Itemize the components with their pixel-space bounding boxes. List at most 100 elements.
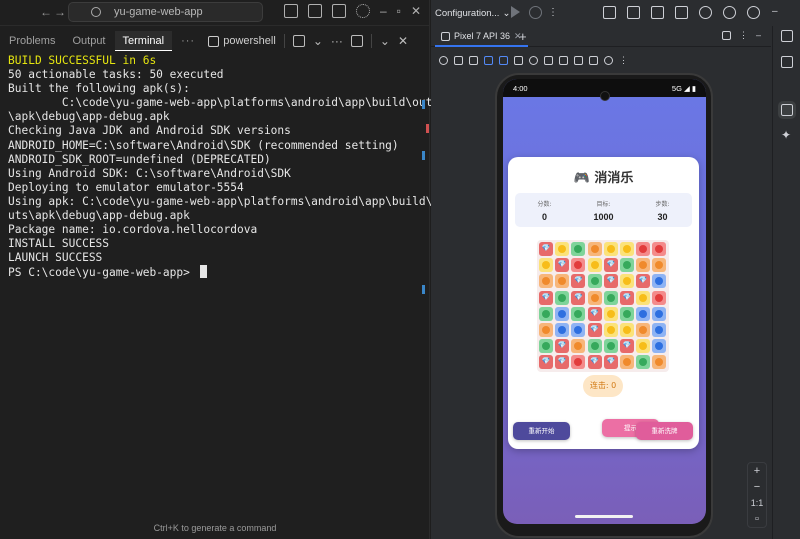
game-tile[interactable] bbox=[555, 306, 570, 321]
rotate-right-icon[interactable] bbox=[499, 55, 508, 65]
game-tile[interactable]: 💎 bbox=[636, 274, 651, 289]
game-tile[interactable]: 💎 bbox=[571, 290, 586, 305]
tab-output[interactable]: Output bbox=[64, 31, 113, 51]
tab-terminal[interactable]: Terminal bbox=[114, 31, 173, 51]
collapse-panel-chevron-icon[interactable]: ⌄ bbox=[380, 34, 390, 48]
debug-bug-icon[interactable] bbox=[529, 6, 542, 19]
search-icon[interactable] bbox=[699, 6, 712, 19]
zoom-actual-size-button[interactable]: 1:1 bbox=[748, 495, 766, 511]
screen-record-icon[interactable] bbox=[589, 55, 598, 65]
game-tile[interactable] bbox=[587, 290, 602, 305]
gradle-icon[interactable] bbox=[781, 56, 793, 68]
game-tile[interactable] bbox=[539, 306, 553, 321]
game-tile[interactable]: 💎 bbox=[571, 274, 586, 289]
emulator-screen[interactable]: 4:00 5G ◢ ▮ 🎮 消消乐 分数: 0 目标: 1000 步数: 30 bbox=[503, 79, 706, 524]
gesture-home-indicator[interactable] bbox=[575, 515, 633, 518]
game-tile[interactable] bbox=[539, 339, 553, 354]
close-panel-icon[interactable]: ✕ bbox=[398, 34, 408, 48]
game-tile[interactable]: 💎 bbox=[603, 258, 618, 273]
game-tile[interactable] bbox=[603, 306, 618, 321]
screenshot-camera-icon[interactable] bbox=[574, 55, 583, 65]
game-tile[interactable] bbox=[636, 323, 651, 337]
settings-gear-icon[interactable] bbox=[723, 6, 736, 19]
game-tile[interactable] bbox=[652, 242, 667, 256]
game-tile[interactable]: 💎 bbox=[555, 258, 570, 273]
game-tile[interactable] bbox=[587, 274, 602, 289]
game-tile[interactable] bbox=[539, 274, 553, 289]
game-tile[interactable]: 💎 bbox=[620, 339, 634, 354]
maximize-icon[interactable]: ▫ bbox=[397, 4, 401, 18]
game-tile[interactable] bbox=[620, 323, 634, 337]
game-tile[interactable] bbox=[603, 323, 618, 337]
game-tile[interactable] bbox=[571, 339, 586, 354]
snapshot-icon[interactable] bbox=[604, 55, 613, 65]
gemini-sparkle-icon[interactable]: ✦ bbox=[781, 129, 793, 141]
minimize-icon[interactable]: – bbox=[380, 4, 387, 18]
back-icon[interactable] bbox=[514, 55, 523, 65]
game-tile[interactable] bbox=[555, 323, 570, 337]
game-tile[interactable]: 💎 bbox=[603, 355, 618, 370]
game-tile[interactable] bbox=[571, 306, 586, 321]
game-tile[interactable] bbox=[636, 355, 651, 370]
game-tile[interactable] bbox=[587, 258, 602, 273]
game-tile[interactable] bbox=[652, 290, 667, 305]
game-tile[interactable]: 💎 bbox=[555, 355, 570, 370]
game-tile[interactable]: 💎 bbox=[587, 306, 602, 321]
game-tile[interactable] bbox=[620, 306, 634, 321]
game-tile[interactable]: 💎 bbox=[587, 323, 602, 337]
fold-icon[interactable] bbox=[559, 55, 568, 65]
restart-button[interactable]: 重新开始 bbox=[513, 422, 570, 440]
terminal-output[interactable]: BUILD SUCCESSFUL in 6s 50 actionable task… bbox=[8, 54, 459, 280]
options-menu-icon[interactable]: ⋮ bbox=[739, 31, 748, 40]
game-tile[interactable]: 💎 bbox=[603, 274, 618, 289]
game-tile[interactable] bbox=[636, 339, 651, 354]
game-tile[interactable] bbox=[652, 355, 667, 370]
run-play-icon[interactable] bbox=[511, 6, 520, 18]
settings-gear-icon[interactable] bbox=[355, 4, 370, 18]
game-tile[interactable] bbox=[620, 355, 634, 370]
device-manager-icon[interactable] bbox=[603, 6, 616, 19]
notifications-icon[interactable] bbox=[781, 30, 793, 42]
terminal-selector[interactable]: powershell bbox=[208, 35, 276, 47]
volume-down-icon[interactable] bbox=[469, 55, 478, 65]
run-configuration-dropdown[interactable]: Configuration... ⌄ bbox=[435, 8, 510, 19]
volume-up-icon[interactable] bbox=[454, 55, 463, 65]
split-terminal-icon[interactable] bbox=[292, 35, 305, 47]
game-tile[interactable] bbox=[636, 258, 651, 273]
home-icon[interactable] bbox=[529, 55, 538, 65]
game-tile[interactable] bbox=[652, 258, 667, 273]
kill-terminal-trash-icon[interactable] bbox=[350, 35, 363, 47]
game-tile[interactable]: 💎 bbox=[587, 355, 602, 370]
game-tile[interactable] bbox=[539, 323, 553, 337]
toggle-sidebar-icon[interactable] bbox=[283, 4, 298, 18]
sdk-manager-icon[interactable] bbox=[651, 6, 664, 19]
command-center-search[interactable]: yu-game-web-app bbox=[68, 2, 263, 22]
game-tile[interactable] bbox=[571, 258, 586, 273]
game-tile[interactable] bbox=[652, 274, 667, 289]
chevron-down-icon[interactable]: ⌄ bbox=[313, 34, 323, 48]
power-icon[interactable] bbox=[439, 55, 448, 65]
game-tile[interactable] bbox=[555, 242, 570, 256]
layout-inspector-icon[interactable] bbox=[675, 6, 688, 19]
device-tab-pixel-7[interactable]: Pixel 7 API 36 ✕ bbox=[435, 27, 528, 47]
game-tile[interactable] bbox=[587, 242, 602, 256]
rotate-left-icon[interactable] bbox=[484, 55, 493, 65]
toggle-secondary-sidebar-icon[interactable] bbox=[331, 4, 346, 18]
game-tile[interactable] bbox=[636, 290, 651, 305]
game-tile[interactable] bbox=[652, 323, 667, 337]
game-tile[interactable] bbox=[571, 242, 586, 256]
game-tile[interactable] bbox=[571, 355, 586, 370]
more-actions-icon[interactable]: ··· bbox=[331, 34, 343, 48]
account-avatar-icon[interactable] bbox=[747, 6, 760, 19]
window-controls-icon[interactable]: – bbox=[772, 6, 785, 19]
game-tile[interactable]: 💎 bbox=[539, 242, 553, 256]
add-device-plus-icon[interactable]: + bbox=[519, 29, 527, 44]
game-tile[interactable] bbox=[539, 258, 553, 273]
game-tile[interactable] bbox=[636, 306, 651, 321]
forward-arrow-icon[interactable]: → bbox=[54, 5, 66, 19]
game-tile[interactable]: 💎 bbox=[539, 290, 553, 305]
game-tile[interactable] bbox=[636, 242, 651, 256]
game-tile[interactable] bbox=[603, 339, 618, 354]
game-tile[interactable] bbox=[603, 290, 618, 305]
game-tile[interactable]: 💎 bbox=[539, 355, 553, 370]
